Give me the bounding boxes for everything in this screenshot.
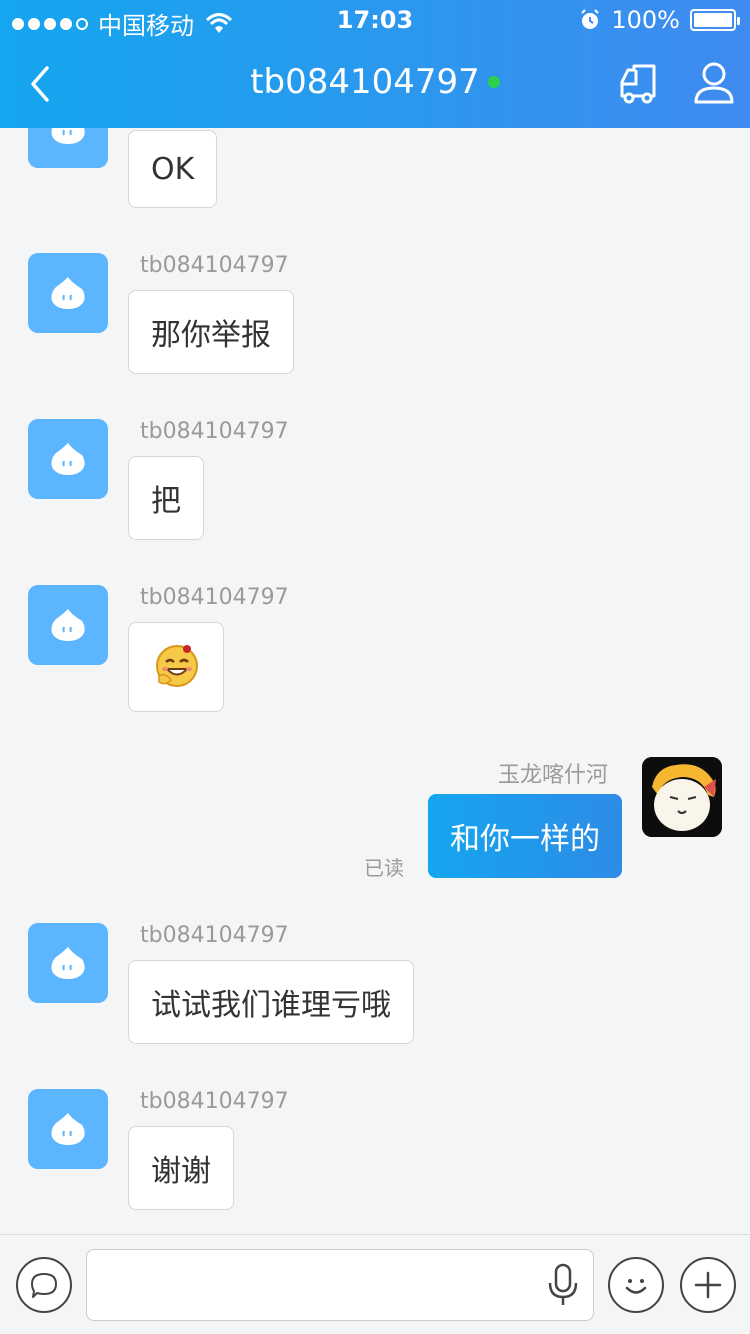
laughing-emoji-icon (156, 645, 198, 687)
message-text: 把 (151, 484, 181, 519)
battery-icon (690, 9, 740, 31)
self-avatar[interactable] (642, 757, 722, 837)
user-icon (694, 62, 734, 104)
read-status: 已读 (364, 856, 404, 880)
contact-avatar[interactable] (28, 923, 108, 1003)
contact-avatar[interactable] (28, 419, 108, 499)
message-bubble[interactable]: 谢谢 (128, 1126, 234, 1210)
chat-mode-button[interactable] (16, 1257, 72, 1313)
chat-droplet-icon (51, 947, 85, 979)
battery-percent: 100% (611, 6, 680, 34)
message-bubble[interactable] (128, 622, 224, 712)
profile-button[interactable] (690, 60, 738, 108)
truck-icon (620, 64, 656, 104)
contact-avatar[interactable] (28, 128, 108, 168)
message-bubble[interactable]: 把 (128, 456, 204, 540)
nav-bar: tb084104797 (0, 40, 750, 128)
status-bar: 中国移动 17:03 100% (0, 0, 750, 40)
sender-name-self: 玉龙喀什河 (497, 763, 608, 788)
sender-name: tb084104797 (140, 1089, 289, 1114)
message-text: 试试我们谁理亏哦 (151, 988, 391, 1023)
sender-name: tb084104797 (140, 923, 289, 948)
chat-bubble-icon (31, 1273, 57, 1298)
message-bubble-self[interactable]: 和你一样的 (428, 794, 622, 878)
chat-droplet-icon (51, 128, 85, 144)
chat-droplet-icon (51, 277, 85, 309)
message-list[interactable]: OK tb084104797 那你举报 tb084104797 把 tb0841… (0, 128, 750, 1234)
chat-droplet-icon (51, 443, 85, 475)
contact-avatar[interactable] (28, 1089, 108, 1169)
message-input[interactable] (86, 1249, 594, 1321)
microphone-icon (548, 1263, 578, 1305)
message-text: 谢谢 (151, 1154, 211, 1189)
message-text: 和你一样的 (450, 822, 600, 857)
alarm-icon (581, 9, 600, 29)
sender-name: tb084104797 (140, 253, 289, 278)
sender-name: tb084104797 (140, 419, 289, 444)
sender-name: tb084104797 (140, 585, 289, 610)
contact-avatar[interactable] (28, 253, 108, 333)
input-bar (0, 1234, 750, 1334)
online-status-indicator (487, 76, 500, 88)
chat-droplet-icon (51, 609, 85, 641)
message-bubble[interactable]: 试试我们谁理亏哦 (128, 960, 414, 1044)
page-title: tb084104797 (250, 62, 480, 102)
header: 中国移动 17:03 100% tb084104797 (0, 0, 750, 128)
message-text: 那你举报 (151, 318, 271, 353)
voice-input-button[interactable] (546, 1261, 580, 1309)
emoji-button[interactable] (608, 1257, 664, 1313)
plus-icon (694, 1271, 722, 1299)
contact-avatar[interactable] (28, 585, 108, 665)
message-text: OK (151, 151, 195, 187)
smile-icon (625, 1279, 647, 1294)
message-bubble[interactable]: OK (128, 130, 218, 208)
cartoon-avatar-icon (642, 757, 722, 837)
logistics-button[interactable] (614, 60, 662, 108)
chat-droplet-icon (51, 1113, 85, 1145)
more-options-button[interactable] (680, 1257, 736, 1313)
message-bubble[interactable]: 那你举报 (128, 290, 294, 374)
